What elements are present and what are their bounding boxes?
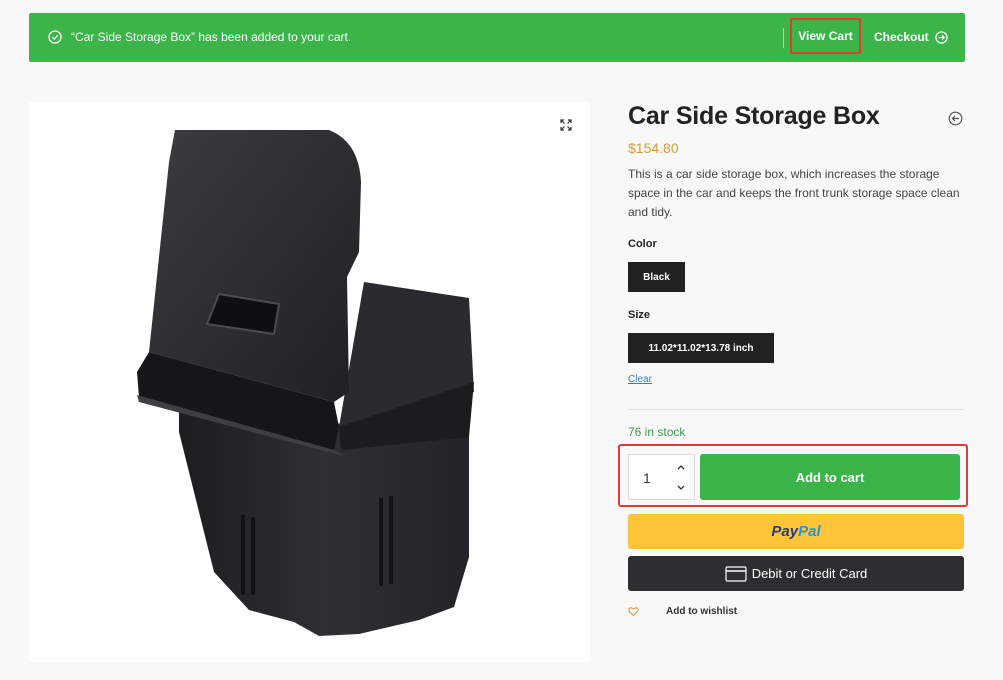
expand-icon[interactable] <box>560 119 572 131</box>
clear-link[interactable]: Clear <box>628 374 652 385</box>
quantity-value[interactable]: 1 <box>643 470 651 486</box>
size-option[interactable]: 11.02*11.02*13.78 inch <box>628 333 774 363</box>
heart-icon <box>628 607 639 617</box>
back-circle-icon[interactable] <box>948 111 963 126</box>
card-button-label: Debit or Credit Card <box>751 566 868 581</box>
paypal-logo-part1: Pay <box>771 523 799 540</box>
chevron-up-icon[interactable] <box>675 461 687 473</box>
wishlist-label: Add to wishlist <box>666 606 738 617</box>
debit-credit-card-button[interactable]: Debit or Credit Card <box>628 556 964 591</box>
product-image[interactable] <box>29 102 590 662</box>
view-cart-button[interactable]: View Cart <box>790 18 861 54</box>
paypal-logo-part2: Pal <box>798 523 821 540</box>
product-title: Car Side Storage Box <box>628 102 880 130</box>
size-label: Size <box>628 309 651 321</box>
color-label: Color <box>628 238 657 250</box>
checkout-button[interactable]: Checkout <box>874 30 948 44</box>
color-option-black[interactable]: Black <box>628 262 685 292</box>
checkout-label: Checkout <box>874 30 929 44</box>
paypal-button[interactable]: Pay Pal <box>628 514 964 549</box>
check-circle-icon <box>48 30 62 44</box>
chevron-down-icon[interactable] <box>675 482 687 494</box>
notice-message: “Car Side Storage Box” has been added to… <box>71 30 352 44</box>
add-to-wishlist[interactable]: Add to wishlist <box>628 606 737 617</box>
product-gallery <box>29 102 590 662</box>
credit-card-icon <box>725 565 747 582</box>
divider <box>628 409 964 410</box>
cart-notice: “Car Side Storage Box” has been added to… <box>29 13 965 62</box>
arrow-right-circle-icon <box>935 30 948 44</box>
notice-divider <box>783 28 784 48</box>
product-price: $154.80 <box>628 140 679 156</box>
stock-status: 76 in stock <box>628 425 686 439</box>
quantity-stepper[interactable]: 1 <box>628 454 695 500</box>
product-description: This is a car side storage box, which in… <box>628 167 960 219</box>
add-to-cart-button[interactable]: Add to cart <box>700 454 960 500</box>
